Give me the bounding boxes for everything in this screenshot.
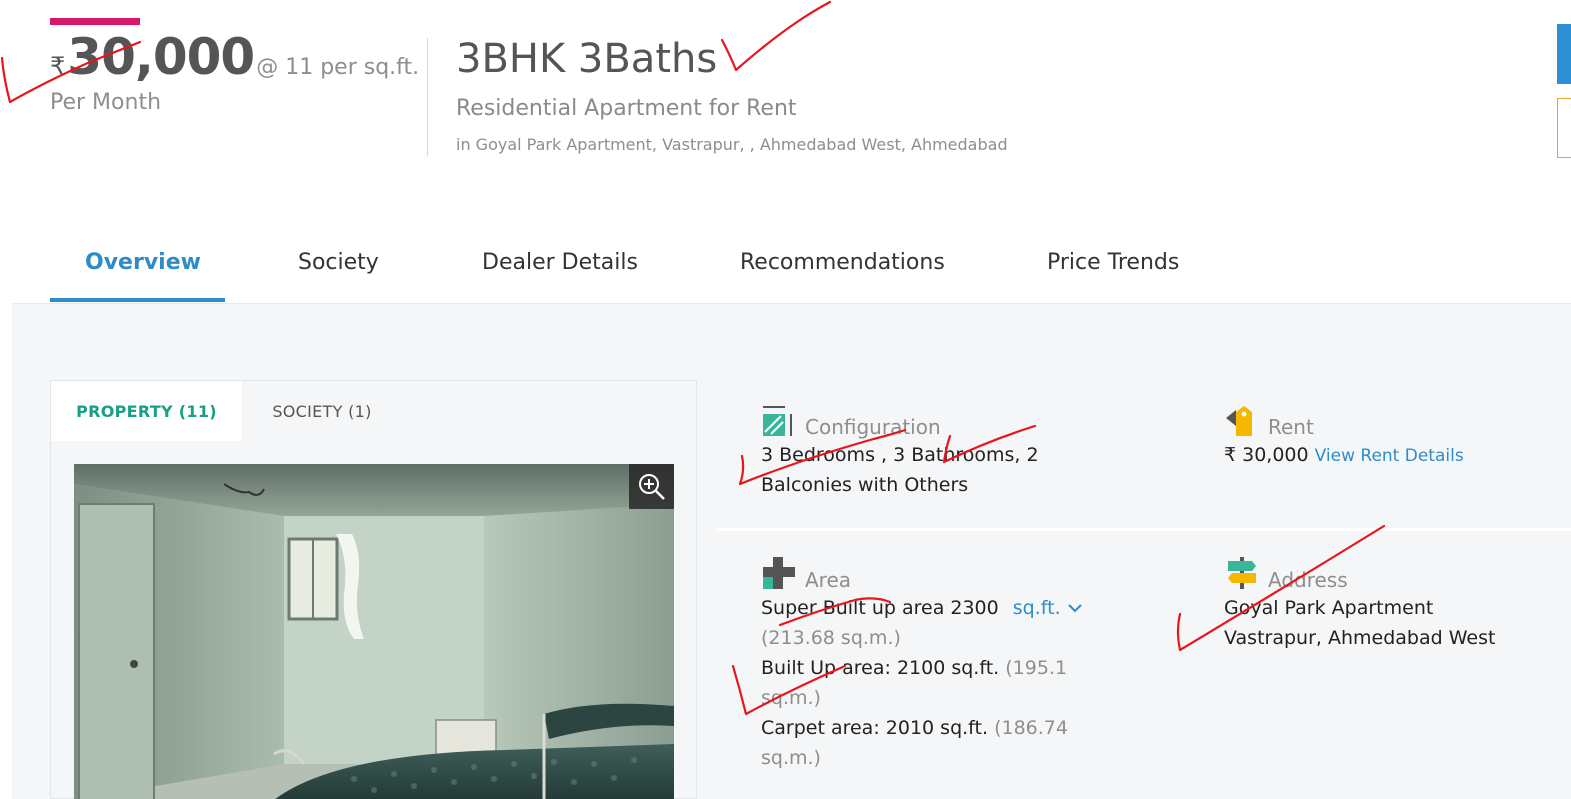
secondary-button-edge[interactable]	[1557, 98, 1571, 158]
property-subtitle: Residential Apartment for Rent	[456, 96, 797, 121]
gallery-tab-property[interactable]: PROPERTY (11)	[51, 381, 242, 441]
property-photo[interactable]	[74, 464, 674, 799]
photo-gallery: PROPERTY (11) SOCIETY (1)	[50, 380, 697, 799]
zoom-in-icon	[638, 473, 665, 500]
brand-accent-bar	[50, 18, 140, 25]
configuration-header: Configuration	[761, 402, 1039, 438]
super-built-up-row: Super Built up area 2300 sq.ft.	[761, 593, 1083, 623]
detail-rent: Rent ₹ 30,000 View Rent Details	[1224, 402, 1464, 471]
rent-tag-icon	[1226, 406, 1252, 436]
rent-value-row: ₹ 30,000 View Rent Details	[1224, 440, 1464, 471]
configuration-line-1: 3 Bedrooms , 3 Bathrooms, 2	[761, 444, 1039, 466]
property-title: 3BHK 3Baths	[456, 36, 718, 82]
configuration-value: 3 Bedrooms , 3 Bathrooms, 2 Balconies wi…	[761, 440, 1039, 500]
carpet-area: Carpet area: 2010 sq.ft.	[761, 717, 989, 739]
currency-symbol: ₹	[50, 52, 66, 80]
area-label: Area	[805, 568, 852, 592]
tab-price-trends[interactable]: Price Trends	[1047, 250, 1179, 275]
zoom-button[interactable]	[629, 464, 674, 509]
price-amount: 30,000	[67, 28, 255, 86]
configuration-icon	[763, 406, 792, 436]
tab-dealer-details[interactable]: Dealer Details	[482, 250, 638, 275]
super-built-up-sqm: (213.68 sq.m.)	[761, 627, 901, 649]
super-built-up-area: Super Built up area 2300	[761, 597, 999, 619]
carpet-sqm-a: (186.74	[994, 717, 1068, 739]
detail-address: Address Goyal Park Apartment Vastrapur, …	[1224, 555, 1495, 653]
carpet-sqm-b: sq.m.)	[761, 747, 821, 769]
area-header: Area	[761, 555, 1083, 591]
detail-area: Area Super Built up area 2300 sq.ft. (21…	[761, 555, 1083, 773]
area-values: Super Built up area 2300 sq.ft. (213.68 …	[761, 593, 1083, 773]
header-divider	[427, 38, 428, 156]
view-rent-details-link[interactable]: View Rent Details	[1315, 446, 1464, 466]
gallery-tab-society[interactable]: SOCIETY (1)	[242, 381, 402, 441]
carpet-row: Carpet area: 2010 sq.ft. (186.74	[761, 713, 1083, 743]
title-block: 3BHK 3Baths Residential Apartment for Re…	[456, 36, 1008, 154]
tab-overview[interactable]: Overview	[85, 250, 201, 275]
section-tabs: Overview Society Dealer Details Recommen…	[50, 240, 1571, 303]
address-line-1: Goyal Park Apartment	[1224, 597, 1434, 619]
rent-value: ₹ 30,000	[1224, 444, 1309, 466]
chevron-down-icon	[1067, 604, 1082, 613]
unit-value: sq.ft.	[1012, 597, 1061, 619]
price-period: Per Month	[50, 90, 162, 115]
rent-label: Rent	[1268, 415, 1314, 439]
rent-header: Rent	[1224, 402, 1464, 438]
area-icon	[763, 557, 795, 589]
tab-recommendations[interactable]: Recommendations	[740, 250, 945, 275]
property-location: in Goyal Park Apartment, Vastrapur, , Ah…	[456, 135, 1008, 154]
active-tab-indicator	[50, 298, 225, 302]
built-up-sqm-b: sq.m.)	[761, 687, 821, 709]
detail-configuration: Configuration 3 Bedrooms , 3 Bathrooms, …	[761, 402, 1039, 500]
address-label: Address	[1268, 568, 1348, 592]
address-value: Goyal Park Apartment Vastrapur, Ahmedaba…	[1224, 593, 1495, 653]
price-per-sqft: @ 11 per sq.ft.	[256, 55, 420, 80]
built-up-row: Built Up area: 2100 sq.ft. (195.1	[761, 653, 1083, 683]
price-line: ₹ 30,000 @ 11 per sq.ft.	[50, 28, 419, 86]
configuration-label: Configuration	[805, 415, 941, 439]
contact-button-edge[interactable]	[1557, 24, 1571, 84]
address-header: Address	[1224, 555, 1495, 591]
configuration-line-2: Balconies with Others	[761, 474, 969, 496]
room-photo-illustration	[74, 464, 674, 799]
price-block: ₹ 30,000 @ 11 per sq.ft. Per Month	[50, 28, 419, 115]
signpost-icon	[1228, 557, 1256, 589]
tab-society[interactable]: Society	[298, 250, 379, 275]
property-details: Configuration 3 Bedrooms , 3 Bathrooms, …	[717, 380, 1571, 799]
address-line-2: Vastrapur, Ahmedabad West	[1224, 627, 1496, 649]
built-up-area: Built Up area: 2100 sq.ft.	[761, 657, 1000, 679]
unit-dropdown[interactable]: sq.ft.	[1013, 597, 1083, 619]
built-up-sqm-a: (195.1	[1005, 657, 1068, 679]
details-row-separator	[717, 528, 1571, 531]
